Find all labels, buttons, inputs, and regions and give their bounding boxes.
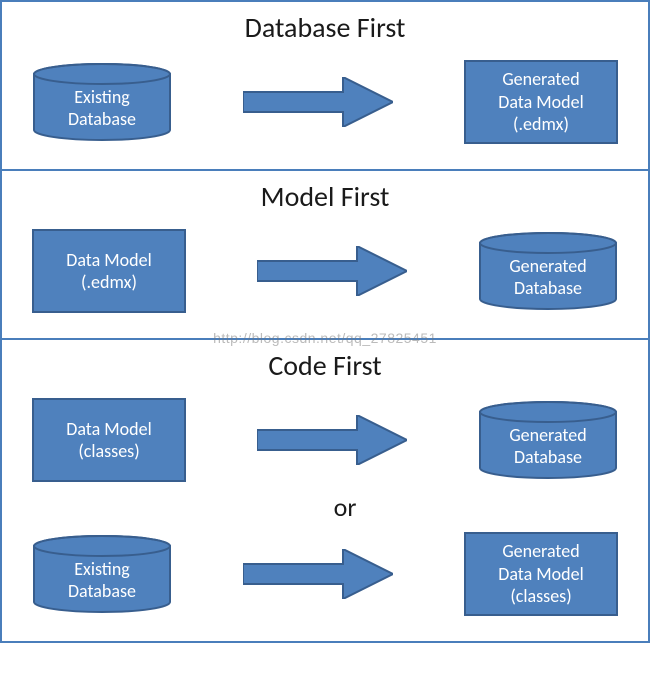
- generated-database-cylinder: GeneratedDatabase: [478, 400, 618, 480]
- arrow: [186, 246, 478, 296]
- rect-label: GeneratedData Model(.edmx): [498, 68, 583, 136]
- cylinder-label: GeneratedDatabase: [509, 243, 586, 300]
- arrow-right-icon: [257, 246, 407, 296]
- rect-label: Data Model(.edmx): [66, 249, 151, 294]
- arrow: [186, 415, 478, 465]
- flow-row: Data Model(.edmx) GeneratedDatabase: [22, 224, 628, 318]
- panel-title: Code First: [22, 348, 628, 383]
- watermark-text: http://blog.csdn.net/qq_27825451: [2, 330, 648, 346]
- flow-row-2: ExistingDatabase GeneratedData Model(cla…: [22, 527, 628, 621]
- arrow: [172, 77, 464, 127]
- generated-data-model-classes-rect: GeneratedData Model(classes): [464, 532, 618, 616]
- data-model-classes-rect: Data Model(classes): [32, 398, 186, 482]
- existing-database-cylinder: ExistingDatabase: [32, 62, 172, 142]
- arrow-right-icon: [243, 549, 393, 599]
- rect-label: Data Model(classes): [66, 418, 151, 463]
- panel-model-first: Model First Data Model(.edmx) GeneratedD…: [0, 171, 650, 340]
- cylinder-label: GeneratedDatabase: [509, 412, 586, 469]
- panel-code-first: http://blog.csdn.net/qq_27825451 Code Fi…: [0, 340, 650, 643]
- panel-database-first: Database First ExistingDatabase Generate…: [0, 0, 650, 171]
- flow-row-1: Data Model(classes) GeneratedDatabase: [22, 393, 628, 487]
- cylinder-label: ExistingDatabase: [68, 546, 136, 603]
- flow-row: ExistingDatabase GeneratedData Model(.ed…: [22, 55, 628, 149]
- panel-title: Database First: [22, 10, 628, 45]
- generated-database-cylinder: GeneratedDatabase: [478, 231, 618, 311]
- arrow-right-icon: [257, 415, 407, 465]
- generated-data-model-rect: GeneratedData Model(.edmx): [464, 60, 618, 144]
- panel-title: Model First: [22, 179, 628, 214]
- arrow-right-icon: [243, 77, 393, 127]
- or-label: or: [62, 487, 628, 527]
- rect-label: GeneratedData Model(classes): [498, 540, 583, 608]
- arrow: [172, 549, 464, 599]
- existing-database-cylinder: ExistingDatabase: [32, 534, 172, 614]
- data-model-rect: Data Model(.edmx): [32, 229, 186, 313]
- cylinder-label: ExistingDatabase: [68, 74, 136, 131]
